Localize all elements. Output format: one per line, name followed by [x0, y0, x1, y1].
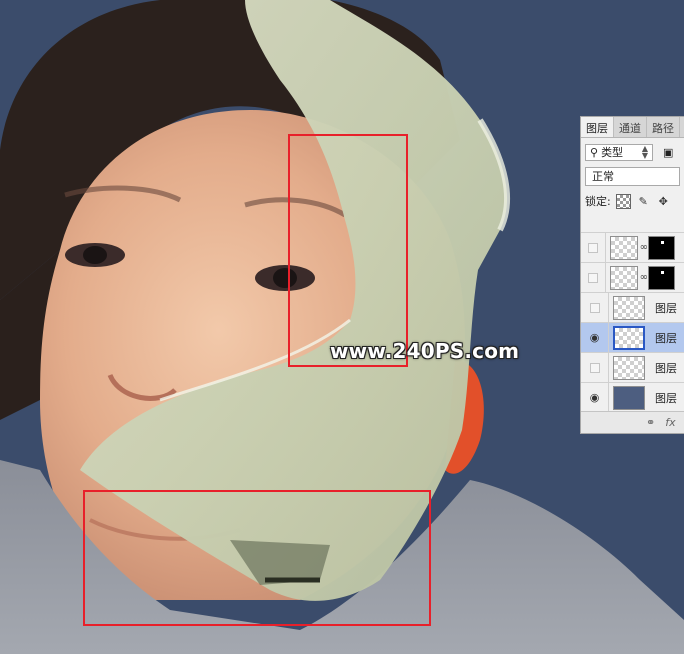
- lock-move-icon[interactable]: ✥: [656, 194, 671, 209]
- fx-button[interactable]: fx: [665, 416, 675, 429]
- visibility-off-icon: [587, 272, 598, 283]
- visibility-off-icon: [589, 362, 600, 373]
- lock-brush-icon[interactable]: ✎: [636, 194, 651, 209]
- visibility-toggle[interactable]: [581, 262, 606, 293]
- layer-mask-thumbnail[interactable]: [648, 235, 676, 260]
- layers-panel: 图层 通道 路径 ⚲ 类型 ▲ ▼ ▣ 正常 锁定: ✎ ✥ ∞ ∞ 图层 ◉ …: [580, 116, 684, 434]
- layer-thumbnail-photo: [613, 385, 645, 410]
- eye-icon: ◉: [589, 391, 600, 404]
- watermark: www.240PS.com: [330, 339, 520, 363]
- visibility-toggle[interactable]: [581, 232, 606, 263]
- layer-name: 图层: [655, 301, 677, 315]
- layer-row-selected[interactable]: ◉ 图层: [581, 322, 684, 353]
- layer-mask-thumbnail[interactable]: [648, 265, 676, 290]
- layer-row[interactable]: ∞: [581, 262, 684, 293]
- visibility-toggle[interactable]: [581, 292, 609, 323]
- filter-label: 类型: [601, 146, 624, 159]
- updown-icon: ▲ ▼: [641, 144, 648, 160]
- layer-row[interactable]: 图层: [581, 352, 684, 383]
- tab-layers[interactable]: 图层: [581, 117, 614, 137]
- tab-paths[interactable]: 路径: [647, 117, 680, 137]
- search-icon: ⚲: [590, 145, 599, 159]
- filter-row: ⚲ 类型 ▲ ▼ ▣: [581, 141, 684, 163]
- chain-link-icon[interactable]: ∞: [639, 242, 648, 253]
- tab-channels[interactable]: 通道: [614, 117, 647, 137]
- layer-row[interactable]: ∞: [581, 232, 684, 263]
- eye-icon: ◉: [589, 331, 600, 344]
- lock-label: 锁定:: [585, 195, 611, 208]
- panel-tabbar: 图层 通道 路径: [581, 117, 684, 138]
- visibility-toggle[interactable]: ◉: [581, 382, 609, 413]
- layer-name: 图层: [655, 391, 677, 405]
- layer-list: ∞ ∞ 图层 ◉ 图层 图层 ◉ 图层: [581, 232, 684, 413]
- layer-name: 图层: [655, 331, 677, 345]
- blend-mode-select[interactable]: 正常: [585, 166, 680, 186]
- layer-thumbnail: [613, 295, 645, 320]
- chain-link-icon[interactable]: ∞: [639, 272, 648, 283]
- layer-thumbnail: [609, 235, 639, 260]
- visibility-off-icon: [587, 242, 598, 253]
- layer-row[interactable]: ◉ 图层: [581, 382, 684, 413]
- layer-thumbnail: [613, 325, 645, 350]
- blend-row: 正常: [581, 165, 684, 187]
- visibility-toggle[interactable]: [581, 352, 609, 383]
- link-icon[interactable]: ⚭: [646, 416, 655, 429]
- layer-thumbnail: [609, 265, 639, 290]
- image-filter-icon[interactable]: ▣: [663, 146, 673, 159]
- layer-thumbnail: [613, 355, 645, 380]
- lock-row: 锁定: ✎ ✥: [581, 190, 684, 212]
- lock-transparent-icon[interactable]: [615, 193, 631, 209]
- visibility-off-icon: [589, 302, 600, 313]
- panel-footer: ⚭ fx: [581, 411, 684, 433]
- layer-name: 图层: [655, 361, 677, 375]
- visibility-toggle[interactable]: ◉: [581, 322, 609, 353]
- layer-row[interactable]: 图层: [581, 292, 684, 323]
- layer-filter-select[interactable]: ⚲ 类型 ▲ ▼: [585, 143, 653, 161]
